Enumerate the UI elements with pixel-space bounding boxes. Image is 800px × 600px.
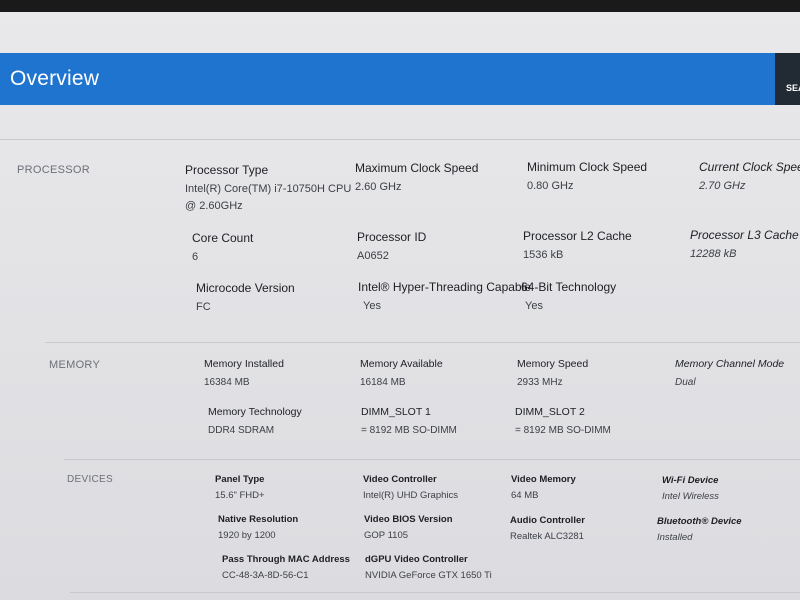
field-value: 16184 MB	[360, 377, 406, 388]
field-value: Yes	[363, 300, 381, 312]
field-value: Intel(R) Core(TM) i7-10750H CPU @ 2.60GH…	[185, 181, 351, 215]
field-processor-id: Processor ID A0652	[357, 230, 426, 265]
field-value: GOP 1105	[364, 530, 409, 541]
field-value: 2933 MHz	[517, 377, 563, 388]
field-core-count: Core Count 6	[192, 231, 253, 266]
field-value: = 8192 MB SO-DIMM	[515, 425, 611, 436]
field-label: Bluetooth® Device	[657, 516, 742, 527]
field-memory-technology: Memory Technology DDR4 SDRAM	[208, 406, 302, 439]
section-label-processor: PROCESSOR	[17, 164, 90, 176]
bios-screen: Overview SEA PROCESSOR Processor Type In…	[0, 12, 800, 600]
field-memory-channel-mode: Memory Channel Mode Dual	[675, 358, 784, 391]
field-label: 64-Bit Technology	[521, 280, 617, 294]
field-video-bios-version: Video BIOS Version GOP 1105	[364, 514, 453, 544]
field-memory-installed: Memory Installed 16384 MB	[204, 358, 284, 391]
field-label: Memory Technology	[208, 406, 302, 418]
field-video-memory: Video Memory 64 MB	[511, 474, 576, 504]
field-value: NVIDIA GeForce GTX 1650 Ti	[365, 570, 492, 581]
field-microcode-version: Microcode Version FC	[196, 281, 295, 316]
field-label: Core Count	[192, 231, 254, 245]
field-value: 1536 kB	[523, 249, 564, 261]
field-value: 2.60 GHz	[355, 181, 402, 193]
field-label: Current Clock Speed	[699, 160, 800, 174]
page-title: Overview	[10, 67, 100, 90]
field-label: DIMM_SLOT 1	[361, 406, 431, 418]
field-value: 2.70 GHz	[699, 180, 746, 192]
field-value: A0652	[357, 250, 389, 262]
field-audio-controller: Audio Controller Realtek ALC3281	[510, 515, 585, 545]
field-value: Intel Wireless	[662, 491, 719, 502]
field-video-controller: Video Controller Intel(R) UHD Graphics	[363, 474, 458, 504]
field-processor-type: Processor Type Intel(R) Core(TM) i7-1075…	[185, 163, 351, 215]
field-value: Yes	[525, 300, 543, 312]
field-pass-through-mac: Pass Through MAC Address CC-48-3A-8D-56-…	[222, 554, 350, 584]
field-min-clock-speed: Minimum Clock Speed 0.80 GHz	[527, 160, 647, 195]
field-value: Intel(R) UHD Graphics	[363, 490, 459, 501]
search-area[interactable]: SEA	[775, 53, 800, 105]
field-label: dGPU Video Controller	[365, 554, 468, 565]
field-bluetooth-device: Bluetooth® Device Installed	[657, 516, 742, 546]
field-value: 16384 MB	[204, 377, 250, 388]
field-dimm-slot-2: DIMM_SLOT 2 = 8192 MB SO-DIMM	[515, 406, 611, 439]
field-dgpu-video-controller: dGPU Video Controller NVIDIA GeForce GTX…	[365, 554, 492, 584]
field-panel-type: Panel Type 15.6" FHD+	[215, 474, 265, 504]
field-native-resolution: Native Resolution 1920 by 1200	[218, 514, 298, 544]
field-label: Panel Type	[215, 474, 265, 485]
section-divider	[70, 592, 800, 593]
field-label: Audio Controller	[510, 515, 585, 526]
field-value: FC	[196, 301, 211, 313]
field-value: = 8192 MB SO-DIMM	[361, 425, 457, 436]
field-label: Intel® Hyper-Threading Capable	[358, 280, 531, 294]
field-label: Memory Channel Mode	[675, 358, 785, 370]
field-value-line2: @ 2.60GHz	[185, 200, 243, 212]
field-hyper-threading: Intel® Hyper-Threading Capable Yes	[358, 280, 531, 315]
field-label: Memory Installed	[204, 358, 284, 370]
field-value: 1920 by 1200	[218, 530, 276, 541]
field-max-clock-speed: Maximum Clock Speed 2.60 GHz	[355, 161, 478, 196]
field-value: 15.6" FHD+	[215, 490, 265, 501]
section-label-devices: DEVICES	[67, 474, 114, 485]
field-value: 12288 kB	[690, 248, 737, 260]
field-label: Minimum Clock Speed	[527, 160, 648, 174]
field-label: Processor Type	[185, 163, 269, 177]
field-value: Installed	[657, 532, 693, 543]
field-label: DIMM_SLOT 2	[515, 406, 585, 418]
field-label: Memory Speed	[517, 358, 589, 370]
field-value: Realtek ALC3281	[510, 531, 584, 542]
section-label-memory: MEMORY	[49, 359, 101, 371]
field-value: 0.80 GHz	[527, 180, 574, 192]
field-value: 64 MB	[511, 490, 539, 501]
title-bar: Overview	[0, 53, 775, 105]
header-divider	[0, 139, 800, 140]
field-label: Wi-Fi Device	[662, 475, 719, 486]
field-value: Dual	[675, 377, 696, 388]
section-divider	[64, 459, 800, 460]
field-current-clock-speed: Current Clock Speed 2.70 GHz	[699, 160, 800, 195]
search-label[interactable]: SEA	[786, 83, 800, 93]
field-label: Pass Through MAC Address	[222, 554, 350, 565]
field-dimm-slot-1: DIMM_SLOT 1 = 8192 MB SO-DIMM	[361, 406, 457, 439]
field-label: Memory Available	[360, 358, 443, 370]
section-divider	[45, 342, 800, 343]
field-value: DDR4 SDRAM	[208, 425, 275, 436]
field-label: Native Resolution	[218, 514, 299, 525]
field-l3-cache: Processor L3 Cache 12288 kB	[690, 228, 799, 263]
field-label: Video BIOS Version	[364, 514, 453, 525]
field-memory-available: Memory Available 16184 MB	[360, 358, 443, 391]
field-memory-speed: Memory Speed 2933 MHz	[517, 358, 588, 391]
field-label: Processor ID	[357, 230, 427, 244]
field-label: Microcode Version	[196, 281, 295, 295]
field-64bit-technology: 64-Bit Technology Yes	[521, 280, 616, 315]
field-label: Maximum Clock Speed	[355, 161, 479, 175]
field-label: Processor L3 Cache	[690, 228, 799, 242]
field-value: CC-48-3A-8D-56-C1	[222, 570, 309, 581]
field-label: Video Memory	[511, 474, 576, 485]
field-l2-cache: Processor L2 Cache 1536 kB	[523, 229, 632, 264]
field-label: Processor L2 Cache	[523, 229, 632, 243]
field-wifi-device: Wi-Fi Device Intel Wireless	[662, 475, 719, 505]
field-label: Video Controller	[363, 474, 437, 485]
field-value-line1: Intel(R) Core(TM) i7-10750H CPU	[185, 183, 352, 195]
field-value: 6	[192, 251, 199, 263]
